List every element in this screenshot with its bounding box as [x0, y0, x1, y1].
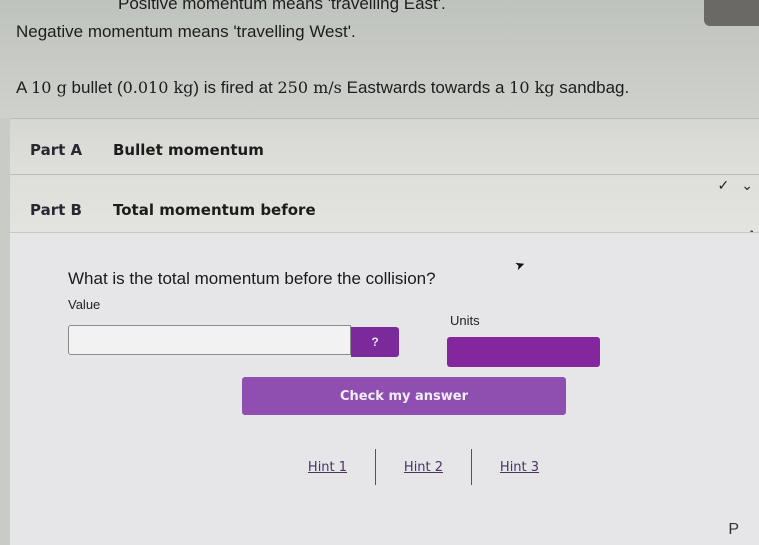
- value-label: Value: [68, 297, 101, 312]
- hint-2-link[interactable]: Hint 2: [376, 460, 471, 475]
- mouse-cursor-icon: ➤: [512, 256, 528, 274]
- sandbag-mass: 10 kg: [509, 78, 555, 97]
- value-input[interactable]: [68, 325, 351, 355]
- bullet-mid2: ) is fired at: [193, 78, 278, 97]
- part-b-panel: What is the total momentum before the co…: [10, 232, 759, 545]
- question-text: What is the total momentum before the co…: [68, 269, 436, 288]
- bullet-prefix: A: [16, 78, 32, 97]
- bullet-mid3: Eastwards towards a: [341, 78, 510, 97]
- part-a-title: Bullet momentum: [113, 141, 264, 159]
- check-answer-button[interactable]: Check my answer: [242, 377, 566, 415]
- chevron-down-icon[interactable]: ⌄: [741, 177, 753, 194]
- units-dropdown[interactable]: [447, 337, 600, 367]
- check-icon: ✓: [717, 177, 730, 193]
- accordion-part-b[interactable]: ✓ ⌄ Part B Total momentum before ^: [10, 174, 759, 243]
- question-intro: Positive momentum means 'travelling East…: [0, 0, 759, 118]
- hint-1-link[interactable]: Hint 1: [280, 460, 375, 475]
- footer-letter: P: [728, 521, 739, 538]
- bullet-mid: bullet (: [66, 78, 123, 97]
- accordion-part-a[interactable]: Part A Bullet momentum: [10, 118, 759, 175]
- intro-positive-momentum: Positive momentum means 'travelling East…: [118, 0, 446, 13]
- bullet-mass-kg: 0.010 kg: [122, 78, 194, 97]
- part-a-status: ✓ ⌄: [718, 177, 753, 194]
- hints-bar: Hint 1 Hint 2 Hint 3: [280, 449, 567, 485]
- intro-bullet-statement: A 10 g bullet (0.010 kg) is fired at 250…: [16, 78, 629, 98]
- units-label: Units: [450, 313, 480, 328]
- hint-3-link[interactable]: Hint 3: [472, 460, 567, 475]
- bullet-suffix: sandbag.: [554, 78, 630, 97]
- intro-negative-momentum: Negative momentum means 'travelling West…: [16, 22, 356, 41]
- value-help-button[interactable]: ?: [351, 327, 399, 357]
- part-b-label: Part B: [30, 201, 82, 219]
- part-a-label: Part A: [30, 141, 83, 159]
- part-b-title: Total momentum before: [113, 201, 316, 219]
- bullet-speed: 250 m/s: [277, 78, 342, 97]
- corner-overlay: [704, 0, 759, 26]
- bullet-mass-g: 10 g: [31, 78, 67, 97]
